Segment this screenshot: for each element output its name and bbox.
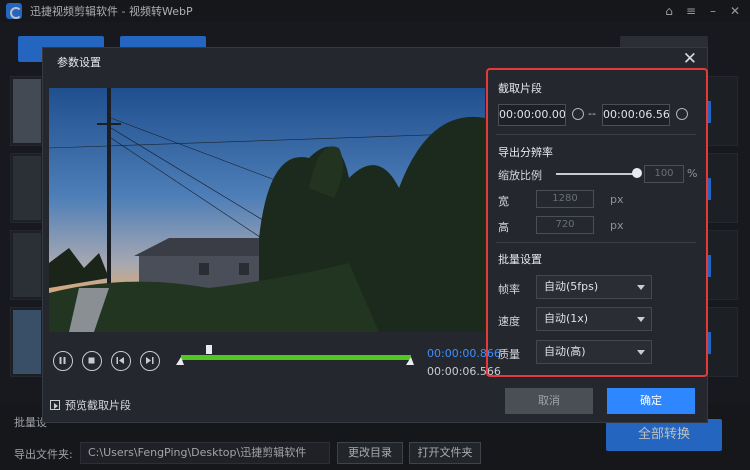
speed-label: 速度	[498, 315, 520, 328]
playhead-handle[interactable]	[206, 345, 212, 354]
stop-button[interactable]	[82, 351, 102, 371]
reset-end-icon[interactable]	[676, 108, 688, 120]
chevron-down-icon	[637, 317, 645, 322]
scale-slider-knob[interactable]	[632, 168, 642, 178]
fps-value: 自动(5fps)	[544, 280, 599, 293]
settings-panel: 截取片段 00:00:00.000 -- 00:00:06.566 导出分辨率 …	[486, 68, 708, 377]
next-frame-icon	[146, 357, 154, 364]
quality-label: 质量	[498, 348, 520, 361]
preview-clip-toggle[interactable]: 预览截取片段	[50, 397, 131, 413]
video-preview	[49, 88, 485, 332]
next-frame-button[interactable]	[140, 351, 160, 371]
confirm-button[interactable]: 确定	[607, 388, 695, 414]
settings-dialog: 参数设置 ✕ 00:00:00.866 00:00:06.566 预览截取片段 …	[42, 47, 708, 423]
clip-end-field[interactable]: 00:00:06.566	[602, 104, 670, 126]
quality-select[interactable]: 自动(高)	[536, 340, 652, 364]
clip-separator: --	[588, 107, 596, 120]
video-frame	[49, 88, 485, 332]
previous-frame-button[interactable]	[111, 351, 131, 371]
batch-section-title: 批量设置	[498, 253, 542, 266]
speed-value: 自动(1x)	[544, 312, 589, 325]
resolution-section-title: 导出分辨率	[498, 146, 553, 159]
pause-button[interactable]	[53, 351, 73, 371]
play-box-icon	[50, 400, 60, 410]
playback-controls: 00:00:00.866 00:00:06.566	[49, 343, 501, 379]
section-divider	[496, 242, 696, 243]
chevron-down-icon	[637, 285, 645, 290]
pause-icon	[59, 357, 66, 364]
clip-section-title: 截取片段	[498, 82, 542, 95]
reset-start-icon[interactable]	[572, 108, 584, 120]
cancel-button[interactable]: 取消	[505, 388, 593, 414]
dialog-title: 参数设置	[57, 56, 101, 69]
scale-input[interactable]: 100	[644, 165, 684, 183]
scale-unit: %	[687, 167, 698, 180]
quality-value: 自动(高)	[544, 345, 586, 358]
clip-end-handle[interactable]	[406, 357, 414, 365]
height-label: 高	[498, 221, 509, 234]
stop-icon	[88, 357, 95, 364]
clip-start-handle[interactable]	[176, 357, 184, 365]
speed-select[interactable]: 自动(1x)	[536, 307, 652, 331]
clip-range-handles	[176, 345, 414, 365]
section-divider	[496, 134, 696, 135]
previous-frame-icon	[116, 357, 124, 364]
fps-label: 帧率	[498, 283, 520, 296]
width-input[interactable]: 1280	[536, 190, 594, 208]
dialog-close-icon[interactable]: ✕	[683, 49, 697, 69]
chevron-down-icon	[637, 350, 645, 355]
preview-clip-label: 预览截取片段	[65, 399, 131, 412]
width-unit: px	[610, 193, 624, 206]
height-unit: px	[610, 219, 624, 232]
clip-start-field[interactable]: 00:00:00.000	[498, 104, 566, 126]
width-label: 宽	[498, 195, 509, 208]
scale-label: 缩放比例	[498, 169, 542, 182]
scale-slider[interactable]	[556, 173, 634, 175]
fps-select[interactable]: 自动(5fps)	[536, 275, 652, 299]
height-input[interactable]: 720	[536, 216, 594, 234]
